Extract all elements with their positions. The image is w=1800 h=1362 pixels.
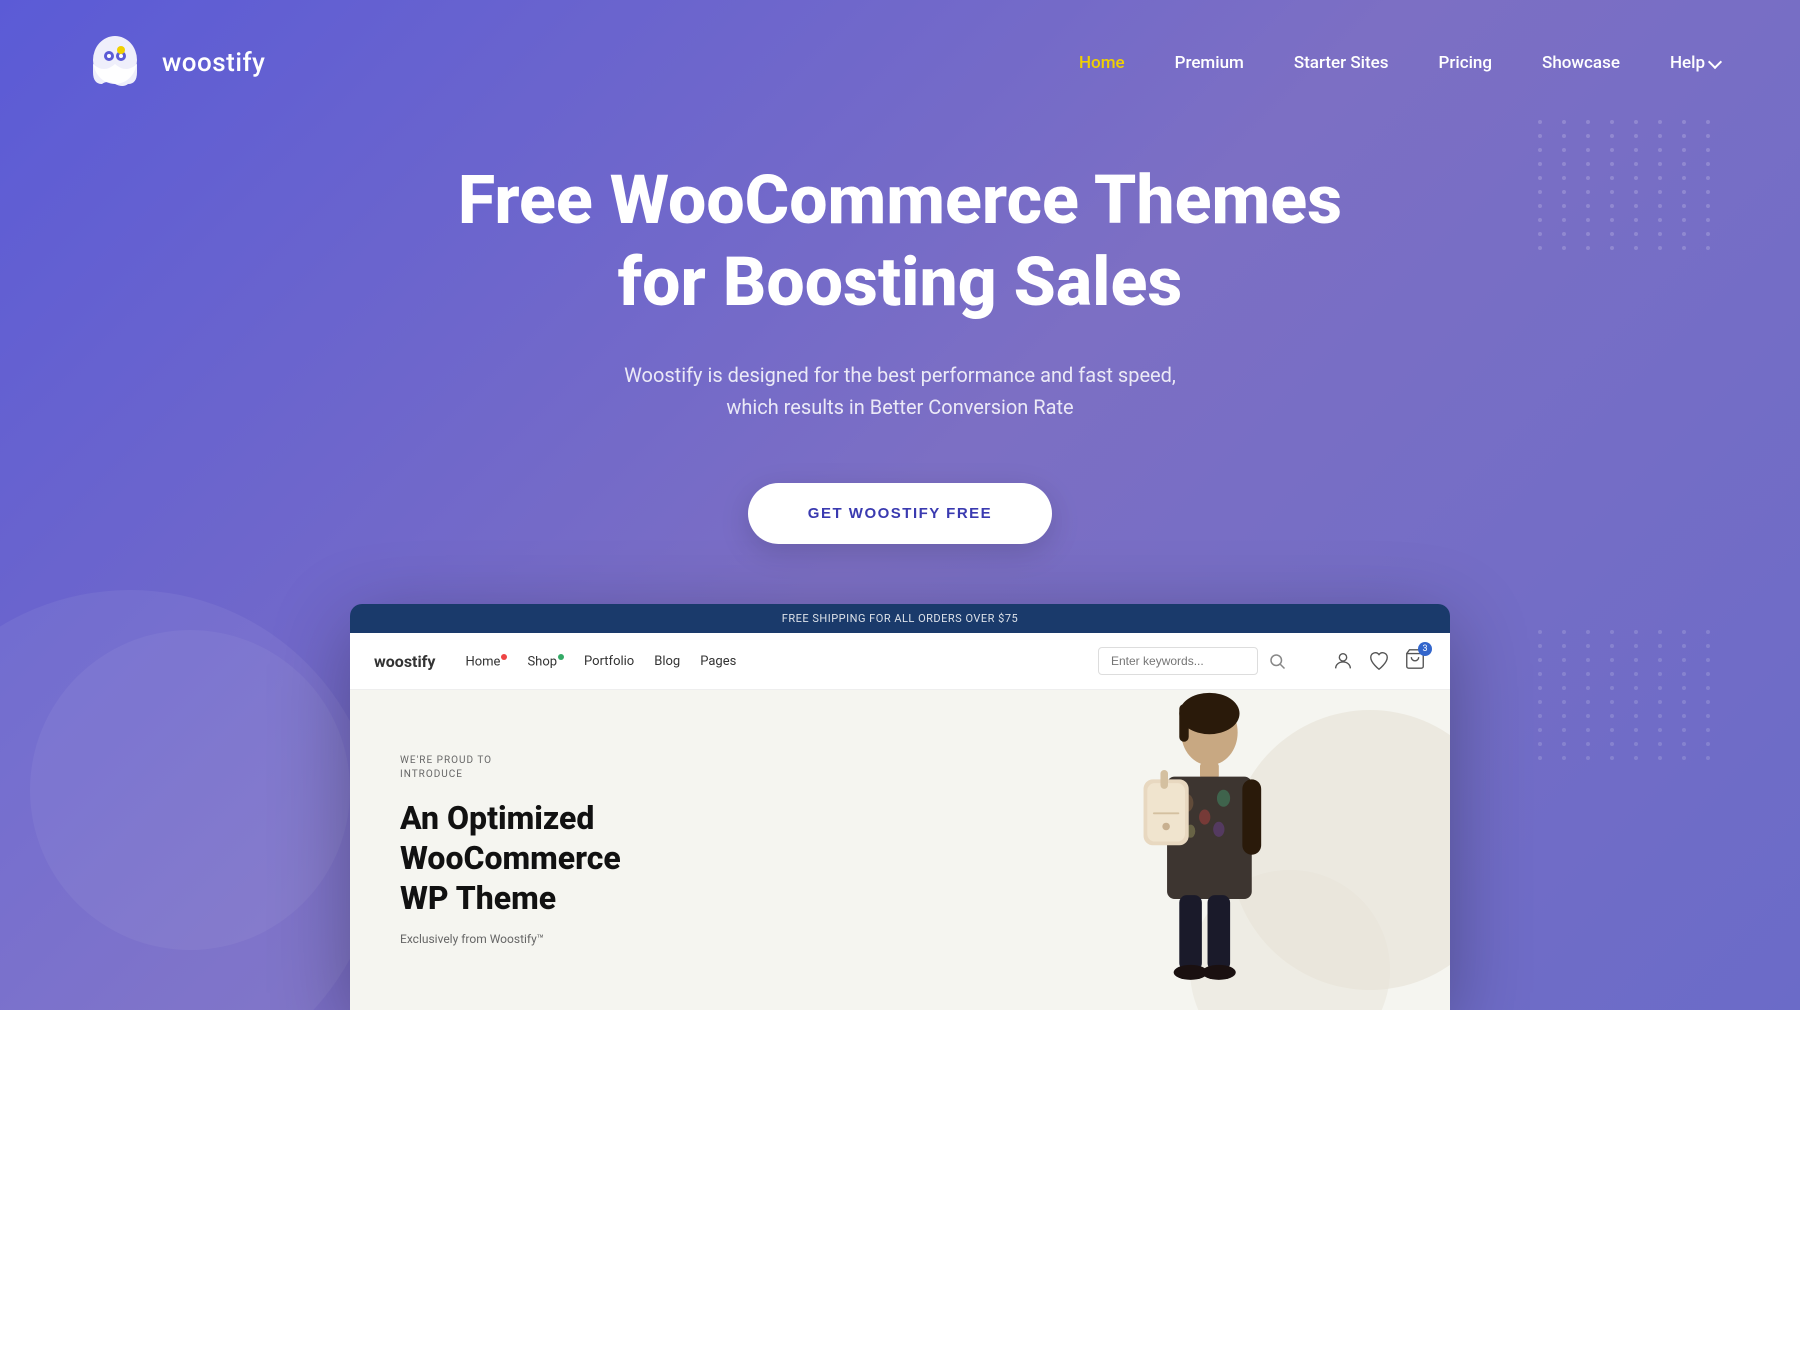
hero-content: Free WooCommerce Themes for Boosting Sal… — [258, 160, 1542, 544]
logo-text: woostify — [162, 48, 265, 78]
browser-nav-bar: woostify Home Shop Portfolio Blog Pages — [350, 633, 1450, 690]
wishlist-icon[interactable] — [1368, 650, 1390, 672]
browser-headline: An Optimized WooCommerce WP Theme — [400, 798, 795, 918]
shop-badge — [558, 654, 564, 660]
nav-item-premium[interactable]: Premium — [1175, 53, 1244, 73]
header: woostify Home Premium Starter Sites Pric… — [0, 0, 1800, 126]
browser-search-input[interactable] — [1098, 647, 1258, 675]
fashion-silhouette — [1090, 690, 1310, 1010]
browser-nav-portfolio[interactable]: Portfolio — [584, 654, 634, 669]
browser-nav-home[interactable]: Home — [465, 654, 507, 669]
browser-mockup: FREE SHIPPING FOR ALL ORDERS OVER $75 wo… — [350, 604, 1450, 1010]
browser-nav-items: Home Shop Portfolio Blog Pages — [465, 654, 736, 669]
browser-content-left: WE'RE PROUD TOINTRODUCE An Optimized Woo… — [350, 690, 845, 1010]
cart-count: 3 — [1418, 642, 1432, 656]
browser-icon-group: 3 — [1332, 648, 1426, 674]
dot-pattern-bottom-right: (function(){ var dp = document.querySele… — [1538, 630, 1720, 760]
nav-item-showcase[interactable]: Showcase — [1542, 53, 1620, 73]
cart-icon-wrap[interactable]: 3 — [1404, 648, 1426, 674]
browser-subline: Exclusively from Woostify™ — [400, 932, 795, 946]
hero-section: (function(){ var dp = document.querySele… — [0, 0, 1800, 1010]
browser-figure — [1050, 690, 1350, 1010]
hero-title: Free WooCommerce Themes for Boosting Sal… — [458, 160, 1342, 323]
browser-nav-pages[interactable]: Pages — [700, 654, 736, 669]
nav-item-help[interactable]: Help — [1670, 53, 1720, 73]
user-icon[interactable] — [1332, 650, 1354, 672]
home-badge — [501, 654, 507, 660]
bg-circle-left — [0, 590, 380, 1010]
browser-search — [1098, 647, 1286, 675]
browser-content: WE'RE PROUD TOINTRODUCE An Optimized Woo… — [350, 690, 1450, 1010]
main-nav: Home Premium Starter Sites Pricing Showc… — [1079, 53, 1720, 73]
dot-pattern-top-right: (function(){ var dp = document.querySele… — [1538, 120, 1720, 250]
nav-item-starter-sites[interactable]: Starter Sites — [1294, 53, 1389, 73]
browser-nav-shop[interactable]: Shop — [527, 654, 564, 669]
logo-area[interactable]: woostify — [80, 28, 265, 98]
browser-introduce-label: WE'RE PROUD TOINTRODUCE — [400, 754, 795, 782]
logo-icon — [80, 28, 150, 98]
cta-button[interactable]: GET WOOSTIFY FREE — [748, 483, 1052, 544]
search-icon[interactable] — [1268, 652, 1286, 670]
browser-logo: woostify — [374, 652, 435, 671]
chevron-down-icon — [1708, 54, 1722, 68]
bg-circle-left-inner — [30, 630, 350, 950]
nav-item-pricing[interactable]: Pricing — [1439, 53, 1493, 73]
nav-item-home[interactable]: Home — [1079, 53, 1125, 73]
browser-announcement: FREE SHIPPING FOR ALL ORDERS OVER $75 — [350, 604, 1450, 633]
hero-subtitle: Woostify is designed for the best perfor… — [458, 359, 1342, 423]
browser-nav-blog[interactable]: Blog — [654, 654, 680, 669]
browser-topbar: FREE SHIPPING FOR ALL ORDERS OVER $75 — [350, 604, 1450, 633]
